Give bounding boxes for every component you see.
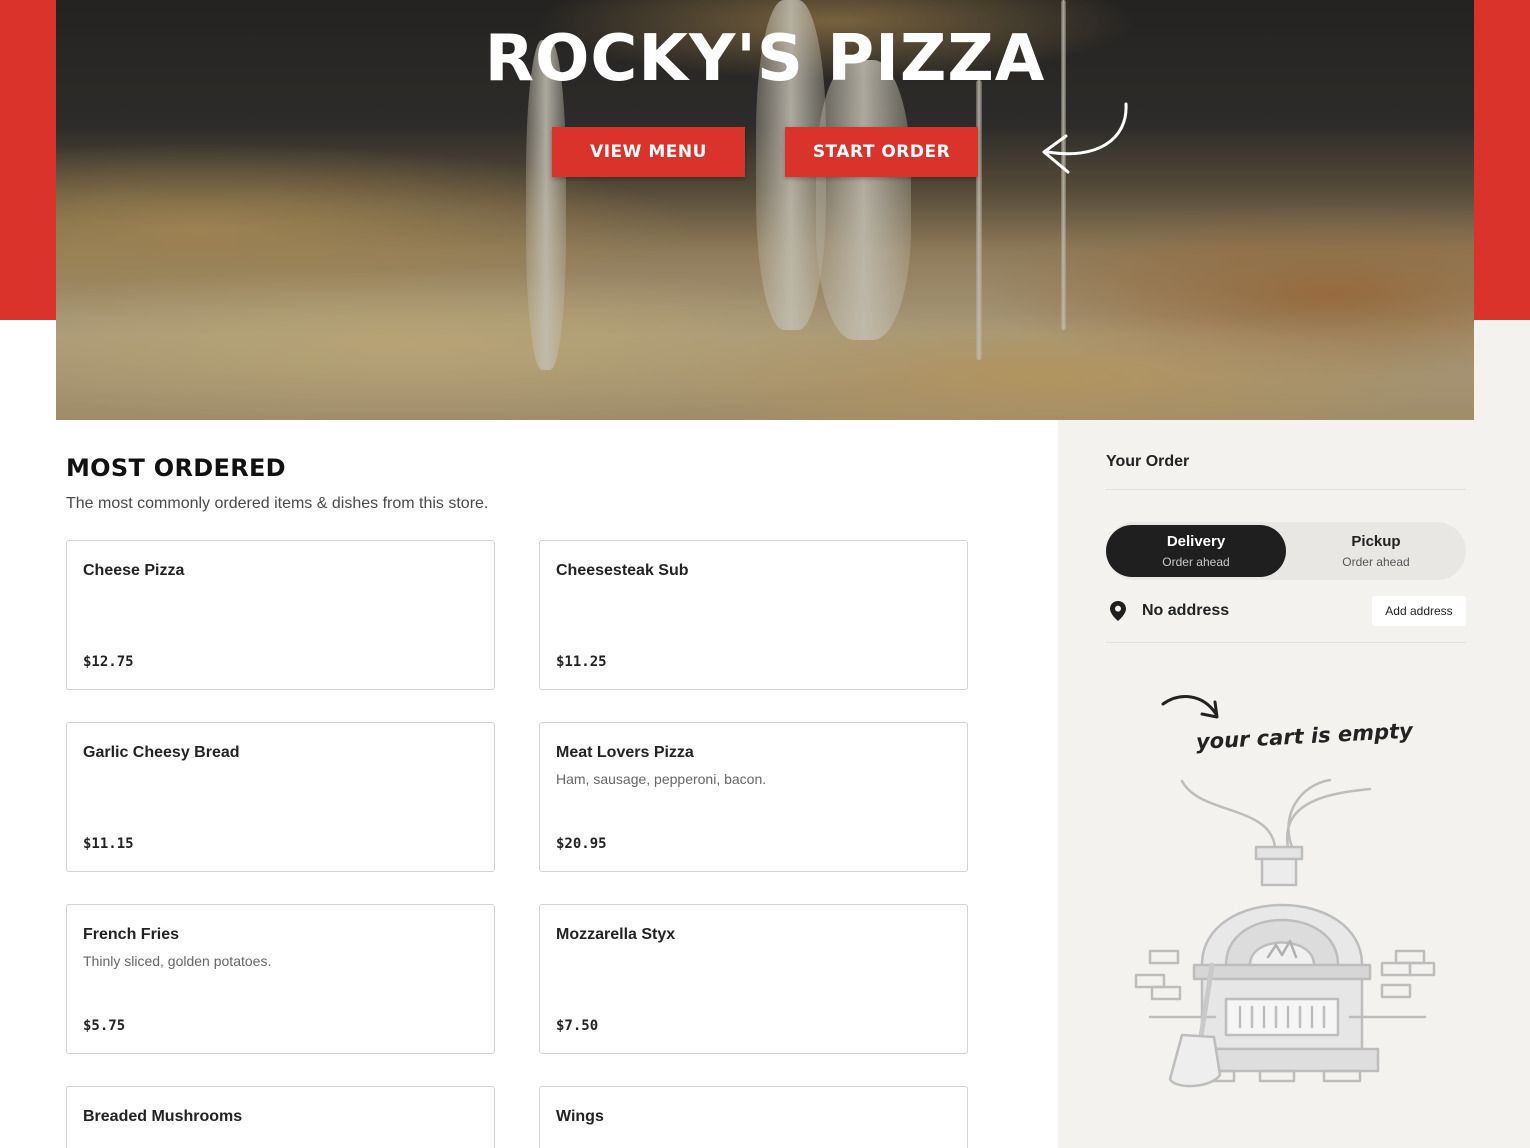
start-order-button[interactable]: START ORDER	[785, 127, 978, 177]
restaurant-title: ROCKY'S PIZZA	[484, 22, 1046, 96]
menu-item-name: Cheesesteak Sub	[556, 562, 689, 579]
menu-item-name: Cheese Pizza	[83, 562, 185, 579]
menu-item-name: Mozzarella Styx	[556, 926, 676, 943]
menu-item-name: Meat Lovers Pizza	[556, 744, 694, 761]
most-ordered-subtitle: The most commonly ordered items & dishes…	[66, 495, 489, 512]
menu-item-card[interactable]: Cheesesteak Sub $11.25	[539, 540, 968, 690]
menu-item-price: $11.25	[556, 654, 607, 670]
your-order-heading: Your Order	[1106, 453, 1190, 470]
menu-item-price: $11.15	[83, 836, 134, 852]
pickup-option[interactable]: Pickup Order ahead	[1286, 525, 1466, 577]
menu-item-card[interactable]: French Fries Thinly sliced, golden potat…	[66, 904, 495, 1054]
pickup-sublabel: Order ahead	[1342, 555, 1410, 569]
menu-item-card[interactable]: Breaded Mushrooms	[66, 1086, 495, 1148]
menu-item-card[interactable]: Cheese Pizza $12.75	[66, 540, 495, 690]
view-menu-button[interactable]: VIEW MENU	[552, 127, 745, 177]
menu-item-price: $5.75	[83, 1018, 126, 1034]
menu-item-description: Ham, sausage, pepperoni, bacon.	[556, 771, 767, 787]
most-ordered-heading: MOST ORDERED	[66, 454, 286, 482]
delivery-pickup-toggle: Delivery Order ahead Pickup Order ahead	[1106, 522, 1466, 580]
add-address-button[interactable]: Add address	[1372, 596, 1466, 626]
delivery-option[interactable]: Delivery Order ahead	[1106, 525, 1286, 577]
menu-item-card[interactable]: Garlic Cheesy Bread $11.15	[66, 722, 495, 872]
pickup-label: Pickup	[1351, 533, 1401, 550]
hero-banner: ROCKY'S PIZZA VIEW MENU START ORDER	[56, 0, 1474, 420]
pizza-oven-illustration	[1134, 778, 1436, 1088]
curved-arrow-icon	[1042, 102, 1128, 174]
menu-item-card[interactable]: Meat Lovers Pizza Ham, sausage, pepperon…	[539, 722, 968, 872]
delivery-sublabel: Order ahead	[1162, 555, 1230, 569]
divider	[1106, 642, 1466, 643]
divider	[1106, 489, 1466, 490]
menu-item-name: Garlic Cheesy Bread	[83, 744, 240, 761]
menu-item-card[interactable]: Wings	[539, 1086, 968, 1148]
address-status: No address	[1142, 602, 1230, 619]
curved-arrow-icon	[1161, 695, 1219, 719]
map-pin-icon	[1110, 601, 1126, 621]
menu-item-description: Thinly sliced, golden potatoes.	[83, 953, 272, 969]
menu-item-name: Wings	[556, 1108, 604, 1125]
menu-item-card[interactable]: Mozzarella Styx $7.50	[539, 904, 968, 1054]
delivery-label: Delivery	[1166, 533, 1226, 550]
menu-item-price: $20.95	[556, 836, 607, 852]
menu-item-price: $12.75	[83, 654, 134, 670]
menu-item-name: Breaded Mushrooms	[83, 1108, 243, 1125]
menu-item-name: French Fries	[83, 926, 180, 943]
menu-item-price: $7.50	[556, 1018, 599, 1034]
